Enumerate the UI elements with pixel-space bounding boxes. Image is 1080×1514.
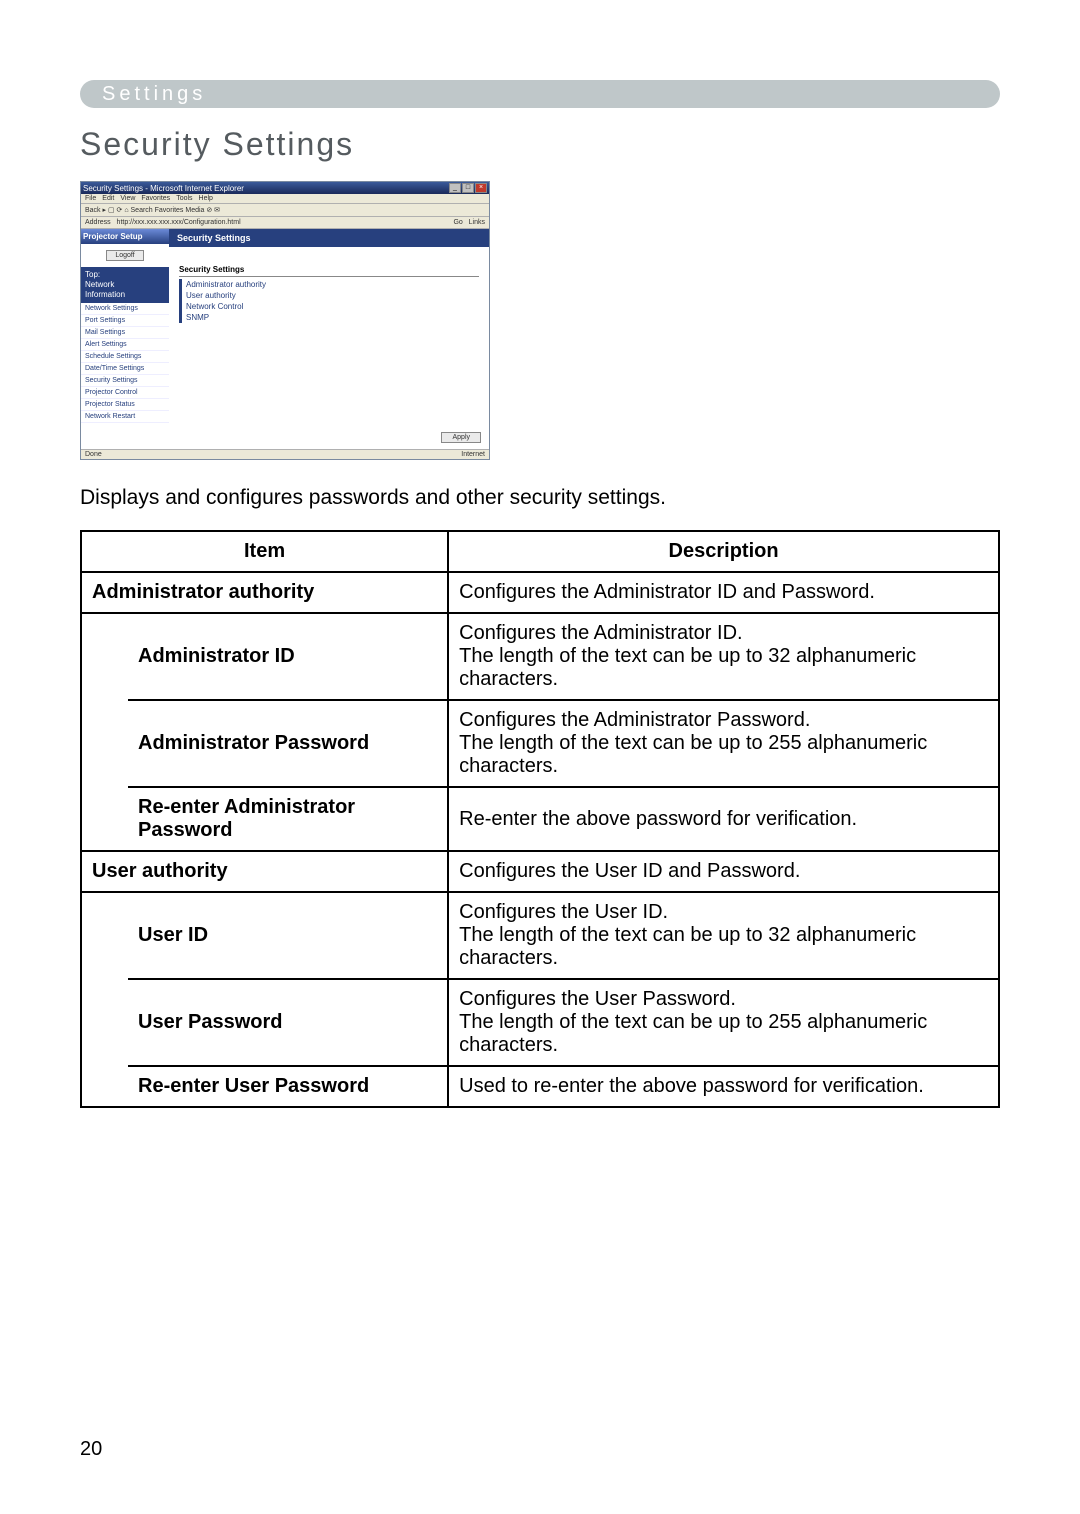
content-row[interactable]: User authority [186,290,236,301]
ie-titlebar: Security Settings - Microsoft Internet E… [81,182,489,194]
section-header-bar: Settings [80,80,1000,108]
content-title: Security Settings [169,229,489,247]
page-title: Security Settings [80,126,1000,163]
row-item: User ID [128,892,448,979]
sidebar-item[interactable]: Mail Settings [81,327,169,339]
sidebar-item[interactable]: Projector Control [81,387,169,399]
sidebar-item[interactable]: Date/Time Settings [81,363,169,375]
ie-window-title: Security Settings - Microsoft Internet E… [83,184,244,193]
menu-favorites[interactable]: Favorites [141,195,170,202]
menu-view[interactable]: View [120,195,135,202]
row-item: User authority [81,851,448,892]
row-desc: Used to re-enter the above password for … [448,1066,999,1107]
logoff-button[interactable]: Logoff [106,250,143,261]
row-desc: Configures the User Password.The length … [448,979,999,1066]
maximize-icon[interactable]: □ [462,183,474,193]
row-item: User Password [128,979,448,1066]
th-item: Item [81,531,448,572]
intro-text: Displays and configures passwords and ot… [80,486,1000,510]
menu-edit[interactable]: Edit [102,195,114,202]
row-item: Re-enter Administrator Password [128,787,448,851]
status-right: Internet [461,451,485,458]
row-item: Re-enter User Password [128,1066,448,1107]
row-item: Administrator authority [81,572,448,613]
row-desc: Configures the Administrator ID and Pass… [448,572,999,613]
go-button[interactable]: Go [453,219,462,226]
menu-help[interactable]: Help [199,195,213,202]
content-row[interactable]: Administrator authority [186,279,266,290]
sidebar-heading-line: Information [85,290,165,300]
sidebar-heading-line: Network [85,280,165,290]
row-item: Administrator Password [128,700,448,787]
settings-table: Item Description Administrator authority… [80,530,1000,1108]
sidebar-brand: Projector Setup [81,229,169,244]
sidebar-item[interactable]: Alert Settings [81,339,169,351]
ie-statusbar: Done Internet [81,449,489,459]
menu-tools[interactable]: Tools [176,195,192,202]
apply-button[interactable]: Apply [441,432,481,443]
row-item: Administrator ID [128,613,448,700]
status-left: Done [85,451,102,458]
ie-menubar: File Edit View Favorites Tools Help [81,194,489,204]
address-label: Address [85,219,111,226]
address-value[interactable]: http://xxx.xxx.xxx.xxx/Configuration.htm… [117,219,241,226]
sidebar-item[interactable]: Schedule Settings [81,351,169,363]
links-label[interactable]: Links [469,219,485,226]
ie-toolbar[interactable]: Back ▸ ▢ ⟳ ⌂ Search Favorites Media ⊘ ✉ [81,204,489,217]
row-desc: Configures the Administrator Password.Th… [448,700,999,787]
section-header-text: Settings [102,83,206,106]
content-table-title: Security Settings [179,265,479,277]
sidebar-item[interactable]: Port Settings [81,315,169,327]
ie-address-bar: Address http://xxx.xxx.xxx.xxx/Configura… [81,217,489,229]
row-desc: Re-enter the above password for verifica… [448,787,999,851]
menu-file[interactable]: File [85,195,96,202]
content-row[interactable]: Network Control [186,301,243,312]
sidebar-item[interactable]: Projector Status [81,399,169,411]
indent-cell [81,892,128,1107]
minimize-icon[interactable]: _ [449,183,461,193]
page-number: 20 [80,1438,1000,1461]
indent-cell [81,613,128,851]
sidebar-item[interactable]: Security Settings [81,375,169,387]
sidebar-heading-line: Top: [85,270,165,280]
content-row[interactable]: SNMP [186,312,209,323]
close-icon[interactable]: × [475,183,487,193]
sidebar-item[interactable]: Network Restart [81,411,169,423]
sidebar-item[interactable]: Network Settings [81,303,169,315]
embedded-screenshot: Security Settings - Microsoft Internet E… [80,181,490,460]
row-desc: Configures the User ID and Password. [448,851,999,892]
row-desc: Configures the Administrator ID.The leng… [448,613,999,700]
row-desc: Configures the User ID.The length of the… [448,892,999,979]
th-description: Description [448,531,999,572]
sidebar-heading: Top: Network Information [81,267,169,303]
